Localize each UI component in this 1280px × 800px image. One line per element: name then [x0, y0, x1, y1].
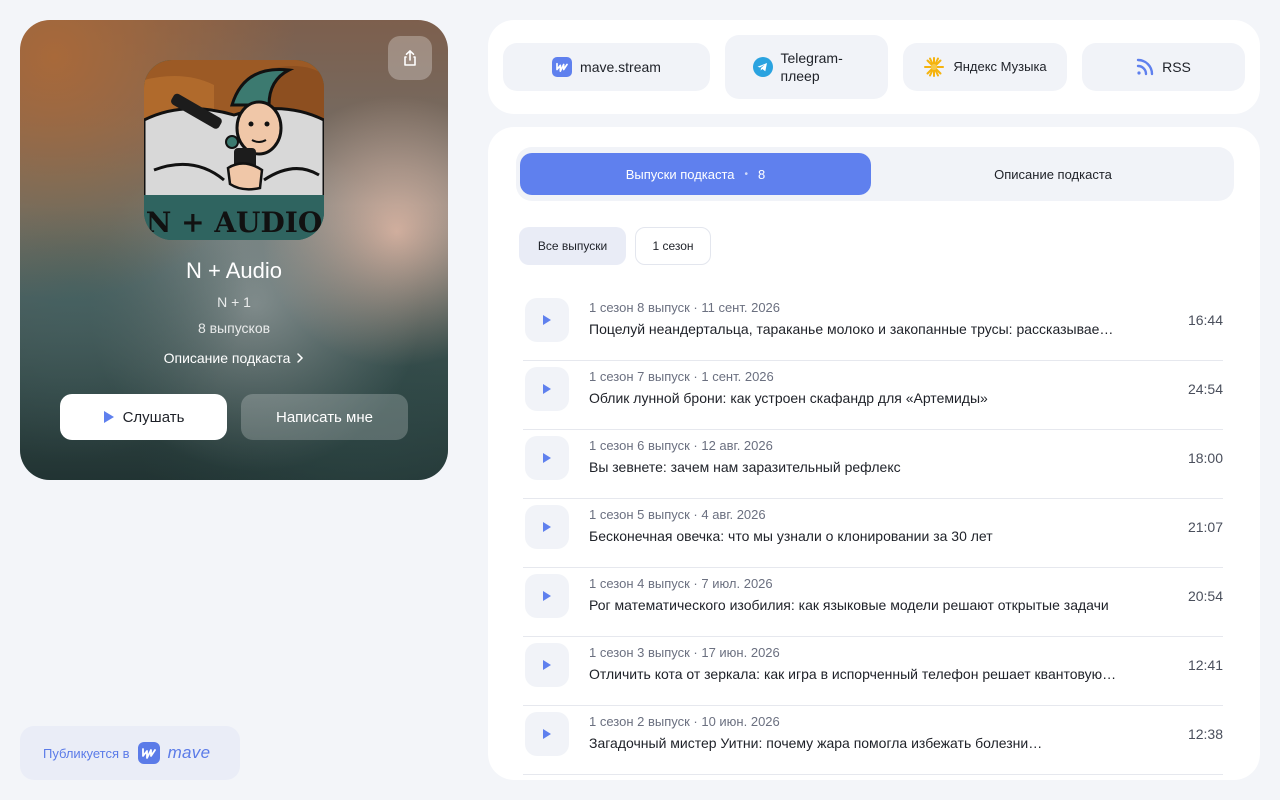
tab-description-label: Описание подкаста: [994, 166, 1112, 182]
description-link-label: Описание подкаста: [163, 350, 291, 366]
filter-all-episodes[interactable]: Все выпуски: [519, 227, 626, 265]
separator-dot: •: [744, 168, 749, 180]
episode-meta: 1 сезон 2 выпуск · 10 июн. 2026: [589, 714, 780, 729]
episode-play-button[interactable]: [525, 643, 569, 687]
episode-duration: 16:44: [1187, 312, 1223, 328]
episode-title[interactable]: Загадочный мистер Уитни: почему жара пом…: [589, 735, 1151, 751]
platform-telegram[interactable]: Telegram-плеер: [725, 35, 888, 99]
episode-duration: 24:54: [1187, 381, 1223, 397]
episode-play-button[interactable]: [525, 367, 569, 411]
episode-row[interactable]: 1 сезон 8 выпуск · 11 сент. 2026 Поцелуй…: [523, 292, 1223, 361]
episode-row[interactable]: 1 сезон 4 выпуск · 7 июл. 2026 Рог матем…: [523, 568, 1223, 637]
platform-label: Telegram-плеер: [780, 50, 843, 84]
podcast-author: N + 1: [217, 294, 251, 310]
episode-play-button[interactable]: [525, 298, 569, 342]
platform-mave-stream[interactable]: mave.stream: [503, 43, 710, 91]
episode-meta: 1 сезон 4 выпуск · 7 июл. 2026: [589, 576, 773, 591]
platform-rss[interactable]: RSS: [1082, 43, 1245, 91]
share-icon: [404, 50, 416, 66]
platform-label: RSS: [1162, 59, 1191, 75]
episode-meta: 1 сезон 7 выпуск · 1 сент. 2026: [589, 369, 774, 384]
episode-play-button[interactable]: [525, 436, 569, 480]
tab-episodes[interactable]: Выпуски подкаста • 8: [520, 153, 871, 195]
platform-label: mave.stream: [580, 59, 661, 75]
listen-button[interactable]: Слушать: [60, 394, 227, 440]
episode-title[interactable]: Отличить кота от зеркала: как игра в исп…: [589, 666, 1151, 682]
play-icon: [543, 729, 551, 739]
platforms-bar: mave.stream Telegram-плеер Яндекс Музыка…: [488, 20, 1260, 114]
episode-row[interactable]: 1 сезон 6 выпуск · 12 авг. 2026 Вы зевне…: [523, 430, 1223, 499]
episode-play-button[interactable]: [525, 574, 569, 618]
tab-episodes-count: 8: [758, 166, 766, 182]
episode-duration: 20:54: [1187, 588, 1223, 604]
episode-duration: 12:41: [1187, 657, 1223, 673]
mave-brand-text: mave: [167, 743, 211, 762]
episode-title[interactable]: Вы зевнете: зачем нам заразительный рефл…: [589, 459, 1151, 475]
play-icon: [103, 411, 114, 423]
rss-icon: [1136, 58, 1154, 76]
play-icon: [543, 522, 551, 532]
episode-row[interactable]: 1 сезон 2 выпуск · 10 июн. 2026 Загадочн…: [523, 706, 1223, 775]
episodes-panel: Выпуски подкаста • 8 Описание подкаста В…: [488, 127, 1260, 780]
tab-description[interactable]: Описание подкаста: [876, 153, 1230, 195]
episode-duration: 12:38: [1187, 726, 1223, 742]
chevron-right-icon: [297, 353, 304, 363]
episode-meta: 1 сезон 3 выпуск · 17 июн. 2026: [589, 645, 780, 660]
episode-title[interactable]: Бесконечная овечка: что мы узнали о клон…: [589, 528, 1151, 544]
episode-title[interactable]: Поцелуй неандертальца, тараканье молоко …: [589, 321, 1151, 337]
podcast-cover: N + AUDIO: [144, 60, 324, 240]
episode-meta: 1 сезон 6 выпуск · 12 авг. 2026: [589, 438, 773, 453]
write-me-button[interactable]: Написать мне: [241, 394, 408, 440]
cover-title-text: N + AUDIO: [146, 206, 322, 239]
episode-title[interactable]: Облик лунной брони: как устроен скафандр…: [589, 390, 1151, 406]
episode-duration: 18:00: [1187, 450, 1223, 466]
episode-play-button[interactable]: [525, 712, 569, 756]
podcast-card: N + AUDIO N + Audio N + 1 8 выпусков Опи…: [20, 20, 448, 480]
episode-row[interactable]: 1 сезон 7 выпуск · 1 сент. 2026 Облик лу…: [523, 361, 1223, 430]
mave-icon: [552, 57, 573, 77]
mave-logo-icon: [137, 742, 160, 764]
listen-button-label: Слушать: [122, 408, 185, 426]
play-icon: [543, 660, 551, 670]
share-button[interactable]: [388, 36, 432, 80]
episode-title[interactable]: Рог математического изобилия: как языков…: [589, 597, 1151, 613]
podcast-title: N + Audio: [185, 258, 282, 283]
published-on-mave[interactable]: Публикуется в mave: [20, 726, 240, 780]
tab-episodes-label: Выпуски подкаста: [625, 166, 735, 182]
episode-play-button[interactable]: [525, 505, 569, 549]
play-icon: [543, 591, 551, 601]
write-me-button-label: Написать мне: [276, 408, 373, 426]
episode-duration: 21:07: [1187, 519, 1223, 535]
episode-meta: 1 сезон 5 выпуск · 4 авг. 2026: [589, 507, 766, 522]
yandex-music-icon: [924, 57, 945, 77]
episode-row[interactable]: 1 сезон 3 выпуск · 17 июн. 2026 Отличить…: [523, 637, 1223, 706]
platform-label: Яндекс Музыка: [953, 59, 1047, 74]
podcast-episode-count: 8 выпусков: [197, 320, 271, 336]
podcast-description-link[interactable]: Описание подкаста: [20, 350, 448, 366]
filter-season-1[interactable]: 1 сезон: [635, 227, 711, 265]
play-icon: [543, 453, 551, 463]
episode-list: 1 сезон 8 выпуск · 11 сент. 2026 Поцелуй…: [523, 292, 1223, 775]
episode-row[interactable]: 1 сезон 5 выпуск · 4 авг. 2026 Бесконечн…: [523, 499, 1223, 568]
play-icon: [543, 315, 551, 325]
platform-yandex-music[interactable]: Яндекс Музыка: [903, 43, 1067, 91]
telegram-icon: [752, 57, 773, 77]
tabs: Выпуски подкаста • 8 Описание подкаста: [516, 147, 1234, 201]
episode-meta: 1 сезон 8 выпуск · 11 сент. 2026: [589, 300, 781, 315]
published-label: Публикуется в: [43, 745, 130, 761]
play-icon: [543, 384, 551, 394]
